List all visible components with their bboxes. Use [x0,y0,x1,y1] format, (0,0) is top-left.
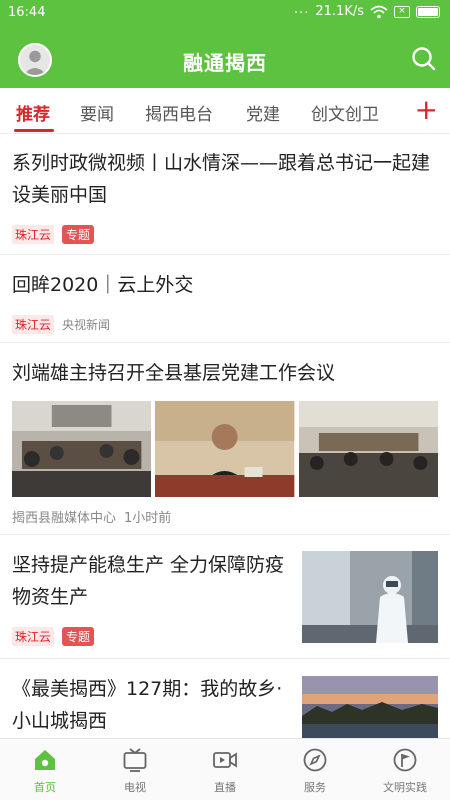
home-icon [35,750,55,770]
tab-party-building[interactable]: 党建 [246,100,280,125]
nav-services[interactable]: 服务 [270,739,360,800]
article-title: 刘端雄主持召开全县基层党建工作会议 [12,362,336,384]
article-meta: 珠江云 央视新闻 [12,315,110,334]
live-video-icon [213,752,237,768]
publisher-name: 央视新闻 [62,318,111,332]
tab-jiexi-radio[interactable]: 揭西电台 [145,100,213,125]
article-title: 回眸2020｜云上外交 [12,274,194,296]
nav-label: 电视 [124,781,146,794]
tab-recommended[interactable]: 推荐 [16,100,50,125]
article-meta: 珠江云 专题 [12,225,95,244]
thumbnail-strip [12,401,438,497]
publisher-name: 揭西县融媒体中心 [12,511,117,526]
article-title: 系列时政微视频丨山水情深——跟着总书记一起建设美丽中国 [12,152,431,206]
list-item[interactable]: 坚持提产能稳生产 全力保障防疫物资生产 珠江云 专题 [0,535,450,659]
conference-room-thumbnail [298,401,438,497]
search-icon[interactable] [410,45,436,71]
topic-tag: 专题 [62,627,95,646]
channel-tabs: 推荐 要闻 揭西电台 党建 创文创卫 + [0,88,450,134]
speaker-photo-thumbnail [155,401,295,497]
nav-tv[interactable]: 电视 [90,739,180,800]
news-feed[interactable]: 系列时政微视频丨山水情深——跟着总书记一起建设美丽中国 珠江云 专题 回眸202… [0,135,450,738]
tv-icon [123,748,147,772]
protective-suit-thumbnail [302,551,438,643]
list-item[interactable]: 回眸2020｜云上外交 珠江云 央视新闻 [0,255,450,343]
article-title: 坚持提产能稳生产 全力保障防疫物资生产 [12,554,285,608]
status-bar: 16:44 ... 21.1K/s × [0,0,450,26]
list-item[interactable]: 系列时政微视频丨山水情深——跟着总书记一起建设美丽中国 珠江云 专题 [0,135,450,255]
no-signal-icon: × [394,5,410,18]
battery-icon [416,5,440,18]
topic-tag: 专题 [62,225,95,244]
list-item[interactable]: 刘端雄主持召开全县基层党建工作会议 揭西县融媒体中心 1小时前 [0,343,450,535]
add-channel-button[interactable]: + [415,94,438,126]
nav-live[interactable]: 直播 [180,739,270,800]
nav-label: 首页 [34,781,56,794]
source-tag: 珠江云 [12,225,55,244]
bottom-navigation: 首页 电视 直播 服务 文明实践 [0,738,450,800]
active-tab-indicator [14,129,54,132]
app-title: 融通揭西 [183,51,267,75]
tab-civilization[interactable]: 创文创卫 [311,100,379,125]
flag-icon [393,748,417,772]
town-scenery-thumbnail [302,676,438,738]
nav-label: 服务 [304,781,326,794]
tab-headlines[interactable]: 要闻 [80,100,114,125]
network-speed: 21.1K/s [315,4,364,19]
meeting-photo-thumbnail [12,401,152,497]
source-tag: 珠江云 [12,315,55,334]
publish-time: 1小时前 [124,511,172,526]
source-tag: 珠江云 [12,627,55,646]
list-item[interactable]: 《最美揭西》127期：我的故乡·小山城揭西 [0,659,450,738]
nav-label: 文明实践 [383,781,427,794]
article-meta: 珠江云 专题 [12,627,95,646]
nav-civilization-practice[interactable]: 文明实践 [360,739,450,800]
notification-dots: ... [293,2,310,17]
compass-icon [303,748,327,772]
status-time: 16:44 [8,5,46,20]
article-title: 《最美揭西》127期：我的故乡·小山城揭西 [12,678,283,732]
article-meta: 揭西县融媒体中心 1小时前 [12,507,171,526]
status-indicators: ... 21.1K/s × [293,2,440,19]
nav-home[interactable]: 首页 [0,739,90,800]
app-header: 融通揭西 [0,26,450,88]
wifi-icon [370,5,388,18]
nav-label: 直播 [214,781,236,794]
